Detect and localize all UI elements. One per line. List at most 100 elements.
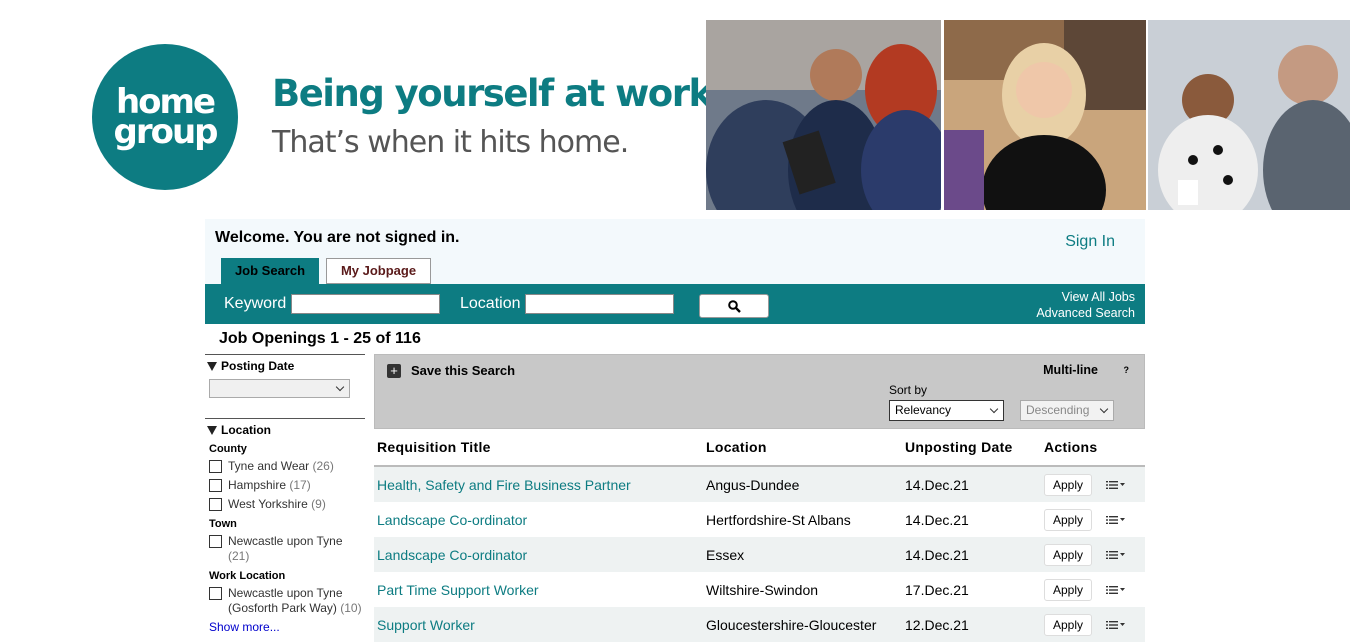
filter-option[interactable]: Newcastle upon Tyne (Gosforth Park Way) … <box>209 586 365 616</box>
list-menu-icon[interactable] <box>1106 620 1126 630</box>
tab-job-search[interactable]: Job Search <box>221 258 319 284</box>
logo-text: home group <box>113 82 218 152</box>
apply-button[interactable]: Apply <box>1044 613 1093 636</box>
welcome-bar: Welcome. You are not signed in. Sign In … <box>205 219 1145 285</box>
save-search-button[interactable]: Save this Search <box>411 363 515 378</box>
checkbox[interactable] <box>209 535 222 548</box>
job-title-link[interactable]: Landscape Co-ordinator <box>377 512 527 528</box>
multi-line-toggle[interactable]: Multi-line <box>1043 363 1098 377</box>
filter-option[interactable]: West Yorkshire (9) <box>209 497 365 512</box>
actions-cell: Apply <box>1041 572 1145 607</box>
apply-button[interactable]: Apply <box>1044 578 1093 601</box>
option-name: Hampshire <box>228 478 287 492</box>
collapse-triangle-icon <box>207 361 217 371</box>
checkbox[interactable] <box>209 479 222 492</box>
col-unposting-date[interactable]: Unposting Date <box>902 429 1041 467</box>
location-cell: Wiltshire-Swindon <box>706 581 819 598</box>
filter-option[interactable]: Hampshire (17) <box>209 478 365 493</box>
date-cell: 14.Dec.21 <box>905 511 969 528</box>
plus-icon[interactable]: + <box>387 364 401 378</box>
chevron-down-icon <box>1099 404 1109 414</box>
apply-button[interactable]: Apply <box>1044 508 1093 531</box>
option-count: (9) <box>311 497 326 511</box>
location-filter: Location County Tyne and Wear (26) Hamps… <box>205 418 365 634</box>
search-icon <box>727 299 741 313</box>
banner-photo-3 <box>1148 20 1350 210</box>
help-icon[interactable]: ? <box>1124 365 1130 375</box>
list-menu-icon[interactable] <box>1106 585 1126 595</box>
sort-order-select[interactable]: Descending <box>1020 400 1114 421</box>
posting-date-select[interactable] <box>209 379 350 398</box>
col-location[interactable]: Location <box>703 429 902 467</box>
work-location-label: Work Location <box>209 570 286 582</box>
checkbox[interactable] <box>209 587 222 600</box>
tagline-sub: That’s when it hits home. <box>272 125 629 160</box>
banner-photo-2 <box>944 20 1146 210</box>
location-heading[interactable]: Location <box>205 423 365 437</box>
filter-option[interactable]: Newcastle upon Tyne (21) <box>209 534 365 564</box>
town-label: Town <box>209 518 237 530</box>
posting-date-label: Posting Date <box>221 359 295 373</box>
option-name: Newcastle upon Tyne <box>228 534 343 548</box>
job-table: Requisition Title Location Unposting Dat… <box>374 429 1145 642</box>
header-banner: home group Being yourself at work. That’… <box>0 0 1366 212</box>
job-search-panel: Welcome. You are not signed in. Sign In … <box>205 219 1145 643</box>
county-label: County <box>209 443 247 455</box>
checkbox[interactable] <box>209 498 222 511</box>
view-all-jobs-link[interactable]: View All Jobs <box>1036 289 1135 305</box>
actions-cell: Apply <box>1041 502 1145 537</box>
results-area: + Save this Search Multi-line ? Sort by … <box>374 354 1145 642</box>
chevron-down-icon <box>335 382 345 392</box>
actions-cell: Apply <box>1041 607 1145 642</box>
welcome-message: Welcome. You are not signed in. <box>215 229 460 246</box>
job-title-link[interactable]: Health, Safety and Fire Business Partner <box>377 477 631 493</box>
location-label: Location <box>221 423 271 437</box>
collapse-triangle-icon <box>207 425 217 435</box>
location-cell: Gloucestershire-Gloucester <box>703 607 902 642</box>
job-title-link[interactable]: Landscape Co-ordinator <box>377 547 527 563</box>
option-count: (10) <box>340 601 362 615</box>
col-requisition-title[interactable]: Requisition Title <box>374 429 703 467</box>
location-input[interactable] <box>525 294 674 314</box>
date-cell: 17.Dec.21 <box>905 581 969 598</box>
actions-cell: Apply <box>1041 466 1145 502</box>
table-row: Health, Safety and Fire Business Partner… <box>374 466 1145 502</box>
option-count: (26) <box>312 459 334 473</box>
advanced-search-link[interactable]: Advanced Search <box>1036 305 1135 321</box>
show-more-link[interactable]: Show more... <box>209 620 365 634</box>
apply-button[interactable]: Apply <box>1044 543 1093 566</box>
table-header-row: Requisition Title Location Unposting Dat… <box>374 429 1145 467</box>
list-menu-icon[interactable] <box>1106 550 1126 560</box>
sort-by-select[interactable]: Relevancy <box>889 400 1004 421</box>
option-name: Newcastle upon Tyne (Gosforth Park Way) <box>228 586 343 615</box>
date-cell: 14.Dec.21 <box>902 466 1041 502</box>
location-cell: Essex <box>703 537 902 572</box>
apply-button[interactable]: Apply <box>1044 473 1093 496</box>
sort-by-value: Relevancy <box>895 403 952 417</box>
tagline-main: Being yourself at work. <box>272 72 726 115</box>
title-cell: Landscape Co-ordinator <box>374 502 703 537</box>
list-menu-icon[interactable] <box>1106 515 1126 525</box>
option-name: West Yorkshire <box>228 497 308 511</box>
option-count: (17) <box>289 478 311 492</box>
actions-cell: Apply <box>1041 537 1145 572</box>
table-row: Landscape Co-ordinator Hertfordshire-St … <box>374 502 1145 537</box>
results-toolbar: + Save this Search Multi-line ? Sort by … <box>374 354 1145 429</box>
location-cell: Angus-Dundee <box>703 466 902 502</box>
job-title-link[interactable]: Part Time Support Worker <box>377 582 539 598</box>
filter-sidebar: Posting Date Location County Tyne and We… <box>205 354 365 634</box>
list-menu-icon[interactable] <box>1106 480 1126 490</box>
chevron-down-icon <box>989 404 999 414</box>
job-title-link[interactable]: Support Worker <box>377 617 475 633</box>
checkbox[interactable] <box>209 460 222 473</box>
keyword-input[interactable] <box>291 294 440 314</box>
title-cell: Support Worker <box>374 607 703 642</box>
col-actions: Actions <box>1041 429 1145 467</box>
option-name: Tyne and Wear <box>228 459 310 473</box>
home-group-logo[interactable]: home group <box>92 44 238 190</box>
sign-in-link[interactable]: Sign In <box>1065 233 1115 251</box>
search-button[interactable] <box>699 294 769 318</box>
filter-option[interactable]: Tyne and Wear (26) <box>209 459 365 474</box>
tab-my-jobpage[interactable]: My Jobpage <box>326 258 431 284</box>
posting-date-heading[interactable]: Posting Date <box>205 359 365 373</box>
